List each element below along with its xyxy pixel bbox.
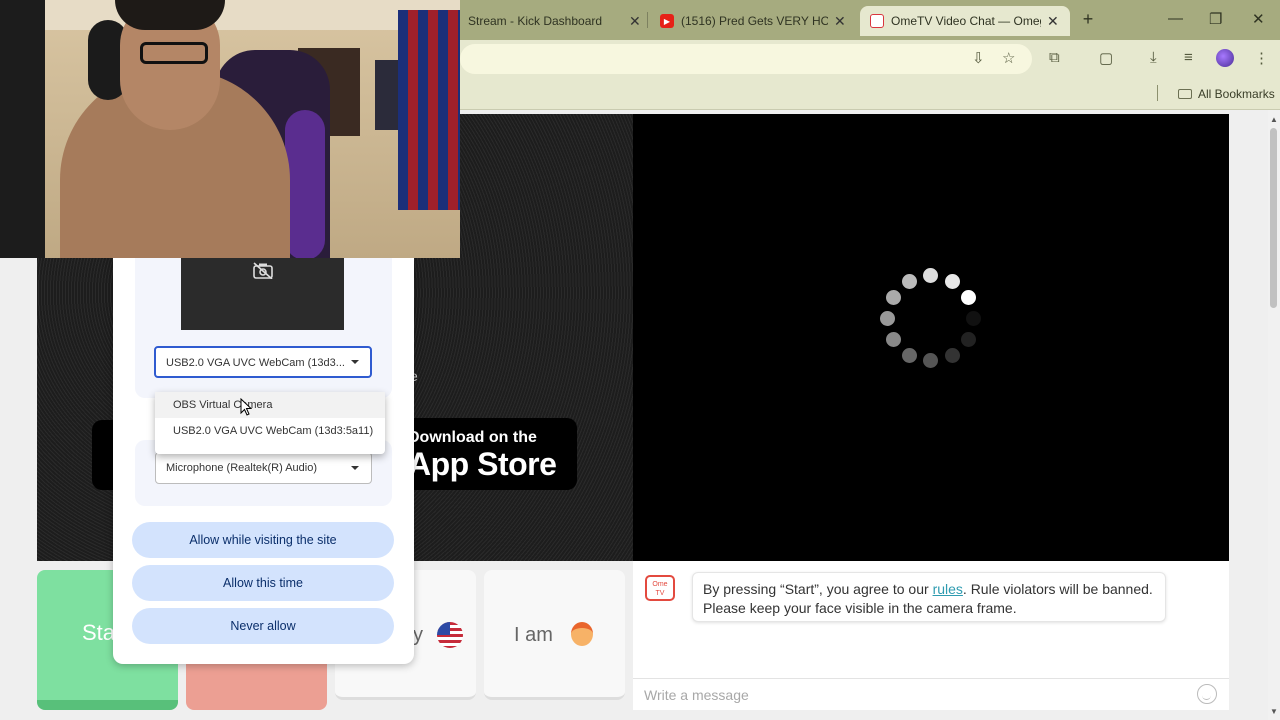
menu-kebab-icon[interactable]: ⋮	[1254, 49, 1269, 67]
message-input[interactable]: Write a message	[633, 678, 1229, 710]
webcam-curtain	[0, 0, 45, 258]
media-control-icon[interactable]: ≡	[1184, 49, 1193, 66]
app-store-big-text: App Store	[408, 446, 557, 482]
all-bookmarks-label: All Bookmarks	[1198, 87, 1275, 101]
webcam-flag	[398, 10, 460, 210]
system-notice-bubble: By pressing “Start”, you agree to our ru…	[692, 572, 1166, 622]
webcam-glasses	[140, 42, 208, 64]
chevron-down-icon	[351, 360, 359, 364]
profile-avatar[interactable]	[1216, 49, 1234, 67]
close-window-icon[interactable]: ✕	[1252, 10, 1265, 28]
close-tab-icon[interactable]: ✕	[629, 13, 641, 30]
tab-divider	[647, 12, 648, 28]
rules-link[interactable]: rules	[933, 581, 963, 597]
gender-button[interactable]: I am	[484, 570, 625, 700]
address-bar[interactable]	[460, 44, 1032, 74]
new-tab-icon[interactable]: +	[1075, 8, 1101, 30]
close-tab-icon[interactable]: ✕	[1047, 13, 1059, 30]
us-flag-icon	[437, 622, 463, 648]
ometv-icon	[870, 14, 884, 28]
mouse-cursor-icon	[240, 398, 252, 416]
minimize-icon[interactable]: —	[1168, 10, 1183, 27]
restore-icon[interactable]: ❐	[1209, 10, 1222, 28]
microphone-select[interactable]: Microphone (Realtek(R) Audio)	[155, 452, 372, 484]
tab-youtube[interactable]: ▶ (1516) Pred Gets VERY HOSTI ✕	[650, 6, 856, 36]
app-store-badge[interactable]: Download on the App Store	[396, 418, 577, 490]
country-label: y	[413, 624, 423, 646]
extensions-icon[interactable]: ⧉	[1049, 49, 1060, 66]
download-icon[interactable]: ⤓	[1150, 49, 1157, 66]
emoji-icon[interactable]	[1197, 684, 1217, 704]
allow-while-visiting-button[interactable]: Allow while visiting the site	[132, 522, 394, 558]
never-allow-button[interactable]: Never allow	[132, 608, 394, 644]
close-tab-icon[interactable]: ✕	[834, 13, 846, 30]
folder-icon	[1178, 89, 1192, 99]
webcam-overlay	[0, 0, 460, 258]
camera-select[interactable]: USB2.0 VGA UVC WebCam (13d3...	[154, 346, 372, 378]
webcam-ceiling	[0, 0, 460, 30]
notice-text-start: By pressing “Start”, you agree to our	[703, 581, 933, 597]
app-store-small-text: Download on the	[408, 429, 537, 446]
logo-text-tv: TV	[655, 590, 665, 597]
start-label: Sta	[82, 620, 116, 645]
tab-kick-dashboard[interactable]: Stream - Kick Dashboard ✕	[458, 6, 651, 36]
scroll-up-icon[interactable]: ▲	[1268, 115, 1280, 124]
tab-search-icon[interactable]: ▢	[1099, 49, 1113, 67]
camera-option-usb[interactable]: USB2.0 VGA UVC WebCam (13d3:5a11)	[155, 418, 385, 444]
ometv-logo: Ome TV	[645, 575, 675, 601]
tab-title: OmeTV Video Chat — Omeg	[891, 14, 1041, 28]
youtube-icon: ▶	[660, 14, 674, 28]
loading-spinner-icon	[880, 268, 981, 368]
boy-face-icon	[571, 622, 593, 646]
camera-off-icon	[253, 262, 273, 279]
tab-title: (1516) Pred Gets VERY HOSTI	[681, 14, 828, 28]
scrollbar-thumb[interactable]	[1270, 128, 1277, 308]
bookmark-star-icon[interactable]: ☆	[1002, 49, 1015, 67]
tab-title: Stream - Kick Dashboard	[468, 14, 603, 28]
microphone-select-value: Microphone (Realtek(R) Audio)	[166, 462, 318, 474]
all-bookmarks-button[interactable]: All Bookmarks	[1178, 87, 1275, 101]
chevron-down-icon	[351, 466, 359, 470]
bookmarks-divider	[1157, 85, 1158, 101]
camera-option-obs[interactable]: OBS Virtual Camera	[155, 392, 385, 418]
webcam-hair	[115, 0, 225, 30]
gender-label: I am	[514, 624, 553, 646]
logo-text-ome: Ome	[652, 581, 668, 588]
camera-select-value: USB2.0 VGA UVC WebCam (13d3...	[166, 357, 345, 369]
scroll-down-icon[interactable]: ▼	[1268, 707, 1280, 716]
tab-ometv[interactable]: OmeTV Video Chat — Omeg ✕	[860, 6, 1070, 36]
allow-this-time-button[interactable]: Allow this time	[132, 565, 394, 601]
webcam-chair-trim	[285, 110, 325, 258]
install-app-icon[interactable]: ⇩	[972, 49, 985, 67]
